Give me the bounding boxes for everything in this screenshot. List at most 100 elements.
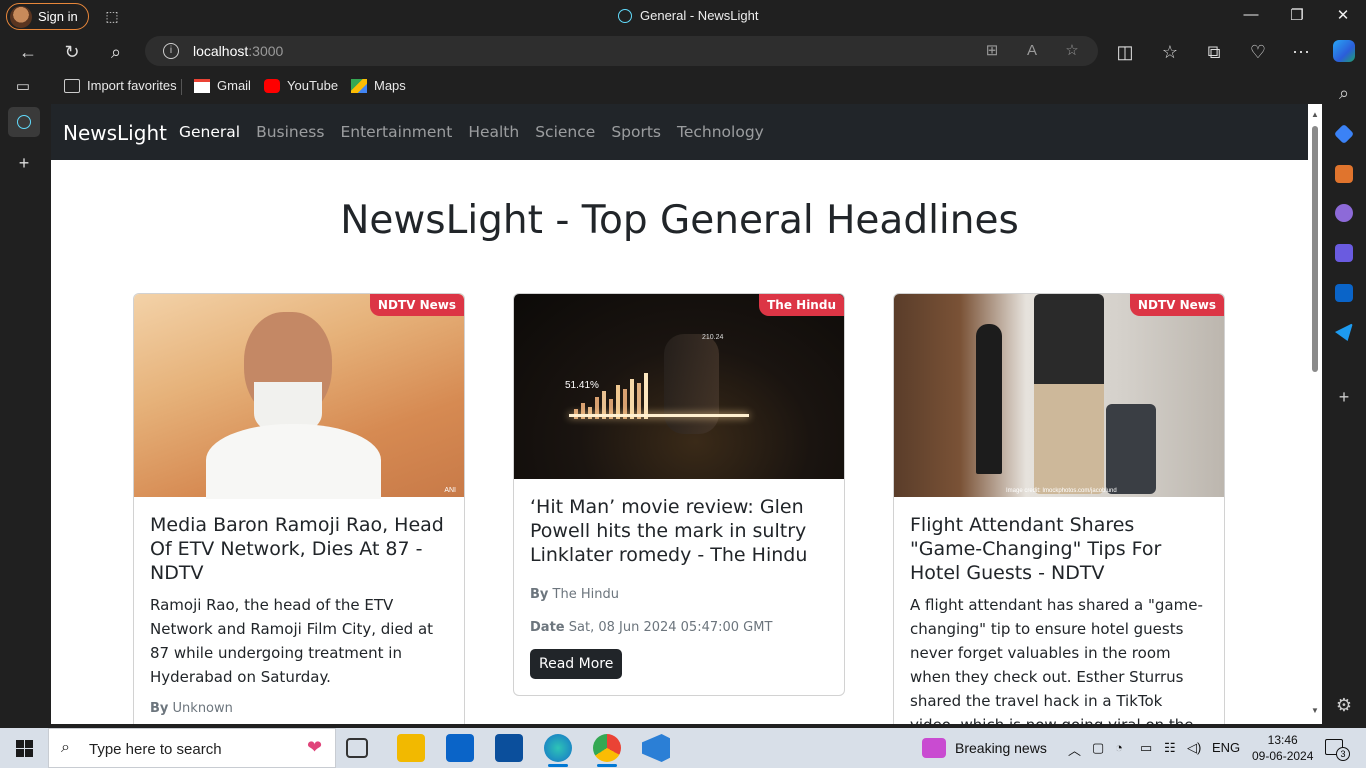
page-scrollbar[interactable]: ▲ ▼ (1308, 104, 1322, 724)
import-icon (64, 78, 80, 93)
window-title: General - NewsLight (618, 8, 759, 23)
sidebar-search-icon[interactable]: ⌕ (1333, 82, 1355, 104)
card-author: By Unknown (150, 701, 233, 716)
source-badge: NDTV News (369, 294, 464, 316)
copilot-app-icon[interactable] (1335, 244, 1353, 262)
app-available-icon[interactable]: ⊞ (983, 42, 1001, 60)
image-caption: ANI (444, 487, 456, 494)
react-tab-icon (17, 115, 31, 129)
new-tab-icon[interactable]: + (13, 152, 35, 174)
read-more-button[interactable]: Read More (530, 649, 623, 679)
favorite-import[interactable]: Import favorites (64, 78, 177, 93)
shopping-tag-icon[interactable] (1333, 123, 1355, 145)
meet-icon[interactable]: ▢ (1092, 740, 1104, 756)
news-image: Image credit: Imockphotos.com/jacoblund … (894, 294, 1224, 497)
search-icon: ⌕ (61, 739, 70, 756)
taskbar-search[interactable]: ⌕ Type here to search ❤ (48, 728, 336, 768)
wifi-icon[interactable]: ☷ (1164, 740, 1176, 756)
more-options-icon[interactable]: ⋯ (1290, 41, 1312, 63)
tab-actions-icon[interactable]: ▭ (12, 76, 34, 98)
favorites-icon[interactable]: ☆ (1159, 41, 1181, 63)
card-description: Ramoji Rao, the head of the ETV Network … (150, 596, 434, 686)
volume-icon[interactable]: ◁) (1187, 740, 1201, 756)
chrome-icon[interactable] (593, 734, 621, 767)
news-card: 51.41% 210.24 The Hindu ‘Hit Man’ movie … (513, 293, 845, 696)
traveler-figure (1034, 294, 1104, 494)
favorite-star-icon[interactable]: ☆ (1063, 42, 1081, 60)
nav-links: General Business Entertainment Health Sc… (179, 123, 780, 141)
restore-icon[interactable]: ❐ (1285, 6, 1309, 24)
vertical-tabs-bar: + (0, 102, 48, 724)
browser-essentials-icon[interactable]: ♡ (1247, 41, 1269, 63)
address-row: ← ↻ ⌕ i localhost:3000 ⊞ A ☆ ◫ ☆ ⧉ ♡ ⋯ (0, 32, 1366, 70)
refresh-icon[interactable]: ↻ (61, 41, 83, 63)
tools-icon[interactable] (1335, 165, 1353, 183)
card-title: Flight Attendant Shares "Game-Changing" … (910, 514, 1162, 584)
scroll-up-icon[interactable]: ▲ (1310, 110, 1320, 119)
mail-icon[interactable] (446, 734, 474, 762)
nav-entertainment[interactable]: Entertainment (340, 123, 452, 141)
news-widget-label[interactable]: Breaking news (955, 740, 1047, 756)
edge-sidebar: ⌕ + ⚙ (1322, 70, 1366, 724)
suitcase-graphic (1106, 404, 1156, 494)
nav-sports[interactable]: Sports (611, 123, 661, 141)
collections-icon[interactable]: ⧉ (1203, 41, 1225, 63)
outlook-icon[interactable] (1335, 284, 1353, 302)
page-heading: NewsLight - Top General Headlines (340, 198, 1019, 243)
card-author: By The Hindu (530, 587, 619, 602)
card-title: ‘Hit Man’ movie review: Glen Powell hits… (530, 496, 808, 566)
scrollbar-thumb[interactable] (1312, 126, 1318, 372)
source-badge: The Hindu (759, 294, 844, 316)
taskbar-clock[interactable]: 13:46 09-06-2024 (1252, 732, 1313, 764)
edge-taskbar-icon[interactable] (544, 734, 572, 767)
task-view-icon[interactable] (346, 738, 368, 758)
site-info-icon[interactable]: i (163, 43, 179, 59)
nav-business[interactable]: Business (256, 123, 324, 141)
search-icon[interactable]: ⌕ (105, 41, 127, 63)
favorite-youtube[interactable]: YouTube (264, 78, 338, 93)
back-icon[interactable]: ← (17, 41, 39, 63)
favorite-maps[interactable]: Maps (351, 78, 406, 93)
read-aloud-icon[interactable]: A (1023, 42, 1041, 60)
windows-taskbar: ⌕ Type here to search ❤ Breaking news ︿ … (0, 728, 1366, 768)
news-card: ANI NDTV News Media Baron Ramoji Rao, He… (133, 293, 465, 724)
settings-gear-icon[interactable]: ⚙ (1333, 694, 1355, 716)
clock-time: 13:46 (1267, 733, 1298, 747)
copilot-icon[interactable] (1333, 40, 1355, 62)
windows-start-icon[interactable] (16, 740, 33, 757)
close-icon[interactable]: ✕ (1331, 6, 1355, 24)
games-icon[interactable] (1335, 204, 1353, 222)
battery-icon[interactable]: ▭ (1140, 740, 1152, 756)
workspaces-icon[interactable]: ⬚ (103, 7, 121, 25)
network-status-icon[interactable]: ◔ (1115, 740, 1123, 755)
address-bar[interactable]: i localhost:3000 ⊞ A ☆ (145, 36, 1098, 66)
image-caption: Image credit: Imockphotos.com/jacoblund (1006, 488, 1117, 494)
send-icon[interactable] (1335, 323, 1353, 341)
nav-science[interactable]: Science (535, 123, 595, 141)
card-title: Media Baron Ramoji Rao, Head Of ETV Netw… (150, 514, 444, 584)
gmail-icon (194, 78, 210, 93)
attendant-figure (976, 324, 1002, 474)
scroll-down-icon[interactable]: ▼ (1310, 706, 1320, 715)
brand-logo[interactable]: NewsLight (63, 121, 167, 145)
url-text[interactable]: localhost:3000 (193, 43, 283, 59)
sign-in-button[interactable]: Sign in (6, 3, 89, 30)
outlook-app-icon[interactable] (495, 734, 523, 762)
browser-title-bar: Sign in ⬚ General - NewsLight — ❐ ✕ (0, 0, 1366, 32)
nav-general[interactable]: General (179, 123, 240, 141)
tray-overflow-icon[interactable]: ︿ (1068, 740, 1081, 759)
minimize-icon[interactable]: — (1239, 6, 1263, 23)
search-placeholder: Type here to search (89, 741, 222, 758)
chart-percent-label: 51.41% (565, 380, 599, 391)
tab-newslight[interactable] (8, 107, 40, 137)
favorite-gmail[interactable]: Gmail (194, 78, 251, 93)
file-explorer-icon[interactable] (397, 734, 425, 762)
news-widget-icon[interactable] (922, 738, 946, 758)
language-indicator[interactable]: ENG (1212, 740, 1240, 755)
split-screen-icon[interactable]: ◫ (1114, 41, 1136, 63)
nav-health[interactable]: Health (468, 123, 519, 141)
card-body: Media Baron Ramoji Rao, Head Of ETV Netw… (134, 497, 464, 724)
vscode-icon[interactable] (642, 734, 670, 762)
add-sidebar-app-icon[interactable]: + (1333, 386, 1355, 408)
nav-technology[interactable]: Technology (677, 123, 764, 141)
